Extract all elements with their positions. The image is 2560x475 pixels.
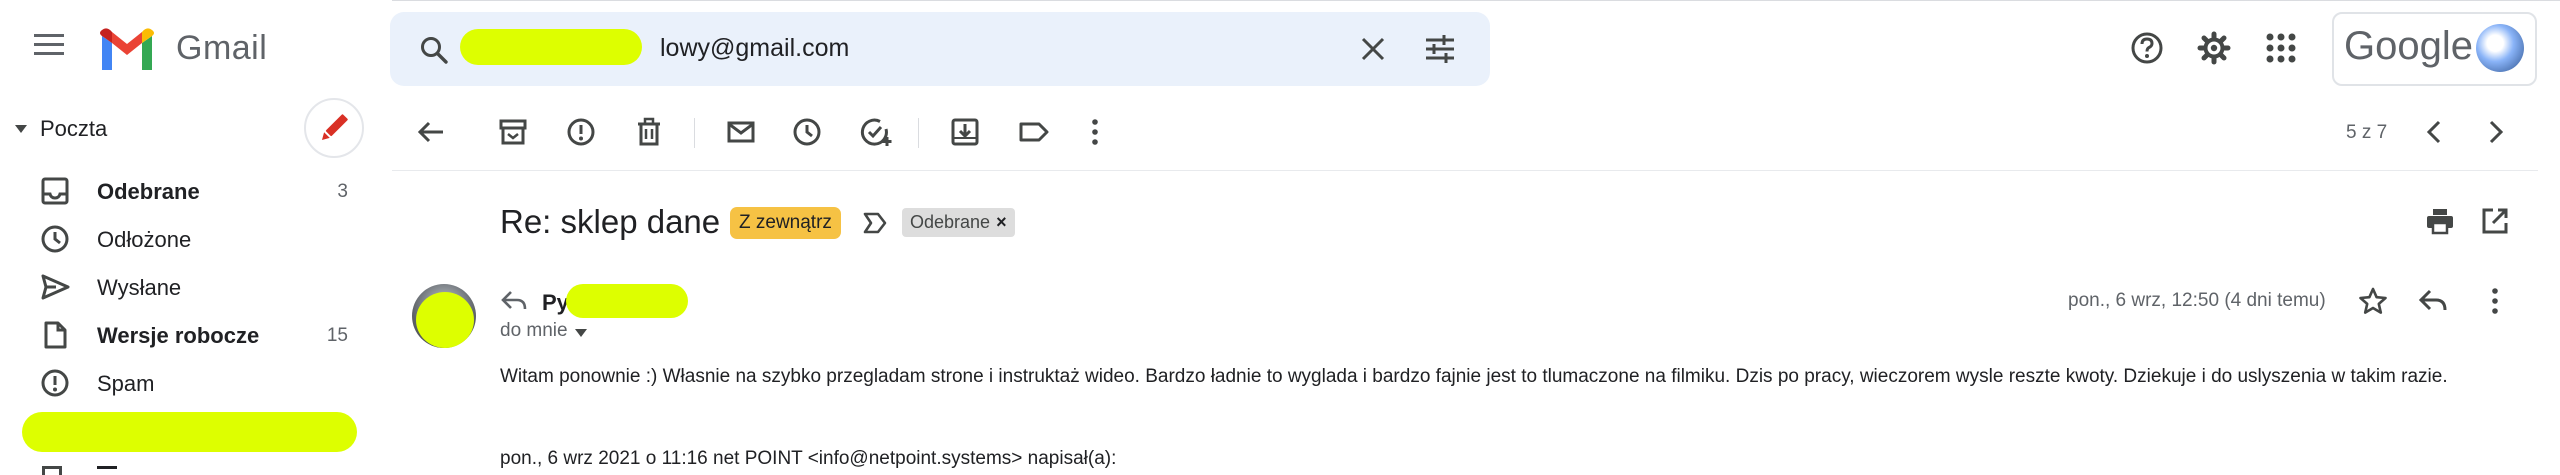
sidebar-item-label: Spam (97, 371, 155, 396)
label-icon (42, 466, 62, 475)
label-external-chip[interactable]: Z zewnątrz (730, 207, 841, 239)
top-divider (392, 0, 2560, 1)
message-body: Witam ponownie :) Własnie na szybko prze… (500, 366, 2448, 387)
sidebar-item-label: Wysłane (97, 275, 182, 300)
toolbar-divider (392, 170, 2538, 171)
clear-search-icon[interactable] (1358, 34, 1388, 64)
sidebar-item-label: Odebrane (97, 179, 200, 204)
report-spam-icon[interactable] (566, 117, 596, 147)
label-inbox-chip[interactable]: Odebrane × (902, 208, 1015, 237)
add-to-tasks-icon[interactable] (860, 117, 892, 147)
search-icon[interactable] (418, 34, 450, 66)
quoted-reply-header: pon., 6 wrz 2021 o 11:16 net POINT <info… (500, 448, 1117, 469)
show-details-caret-icon[interactable] (574, 328, 588, 338)
redaction-mark (22, 412, 357, 452)
message-more-icon[interactable] (2480, 286, 2510, 316)
spam-icon (40, 368, 70, 398)
back-arrow-icon[interactable] (416, 117, 446, 147)
toolbar-separator (918, 118, 919, 148)
open-in-new-window-icon[interactable] (2480, 206, 2510, 236)
archive-icon[interactable] (498, 117, 528, 147)
sender-name[interactable]: Py (542, 290, 569, 316)
print-icon[interactable] (2425, 206, 2455, 236)
star-icon[interactable] (2358, 286, 2388, 316)
account-avatar[interactable] (2476, 24, 2524, 72)
sidebar-item-label: Odłożone (97, 227, 192, 252)
label-tag-icon[interactable] (1018, 117, 1050, 147)
move-to-icon[interactable] (950, 117, 980, 147)
sidebar-item-partial[interactable] (97, 466, 117, 475)
settings-gear-icon[interactable] (2197, 31, 2231, 65)
remove-label-icon[interactable]: × (996, 212, 1007, 232)
sidebar-item-inbox[interactable]: Odebrane 3 (0, 166, 370, 214)
message-subject: Re: sklep dane (500, 203, 721, 240)
main-menu-icon[interactable] (34, 32, 74, 72)
recipient-summary[interactable]: do mnie (500, 320, 568, 342)
redaction-mark (416, 292, 474, 348)
inbox-icon (40, 176, 70, 206)
unread-count: 3 (337, 181, 348, 202)
google-apps-icon[interactable] (2264, 31, 2298, 65)
pagination-label: 5 z 7 (2346, 122, 2388, 143)
draft-count: 15 (326, 325, 348, 346)
draft-icon (40, 320, 70, 350)
older-chevron-right-icon[interactable] (2480, 117, 2510, 147)
gmail-logo-icon[interactable] (98, 26, 156, 70)
redaction-mark (566, 284, 688, 318)
replied-indicator-icon (500, 288, 528, 314)
search-options-icon[interactable] (1424, 34, 1456, 64)
google-brand-label: Google (2344, 24, 2473, 68)
important-marker-icon[interactable] (862, 210, 888, 236)
redaction-mark (460, 29, 642, 65)
sidebar-item-drafts[interactable]: Wersje robocze 15 (0, 310, 370, 358)
newer-chevron-left-icon[interactable] (2420, 117, 2450, 147)
sidebar-item-sent[interactable]: Wysłane (0, 262, 370, 310)
sidebar-item-snoozed[interactable]: Odłożone (0, 214, 370, 262)
clock-icon (40, 224, 70, 254)
snooze-clock-icon[interactable] (792, 117, 822, 147)
message-date: pon., 6 wrz, 12:50 (4 dni temu) (2068, 290, 2326, 311)
help-icon[interactable] (2130, 31, 2164, 65)
app-name[interactable]: Gmail (176, 29, 267, 68)
toolbar-separator (694, 118, 695, 148)
section-label-mail[interactable]: Poczta (40, 116, 107, 142)
more-options-icon[interactable] (1080, 117, 1110, 147)
label-inbox-text: Odebrane (910, 212, 991, 232)
caret-down-icon[interactable] (14, 124, 28, 134)
reply-icon[interactable] (2418, 286, 2448, 316)
mark-unread-icon[interactable] (726, 117, 756, 147)
compose-button[interactable] (304, 98, 364, 158)
delete-trash-icon[interactable] (634, 117, 664, 147)
send-icon (40, 272, 70, 302)
sidebar-item-label: Wersje robocze (97, 323, 260, 348)
search-input[interactable]: lowy@gmail.com (660, 34, 849, 63)
sidebar-item-spam[interactable]: Spam (0, 358, 370, 406)
